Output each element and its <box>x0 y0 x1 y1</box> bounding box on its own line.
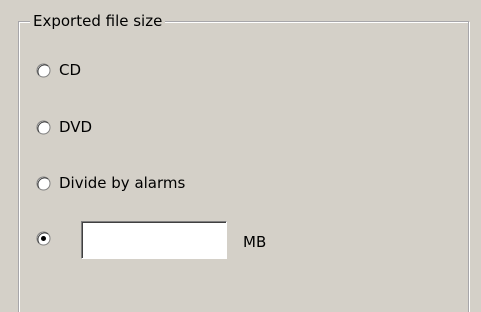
radio-cd-unselected-icon[interactable] <box>36 63 51 78</box>
radio-option-cd[interactable]: CD <box>36 58 81 82</box>
exported-file-size-group <box>18 21 469 312</box>
radio-divide-unselected-icon[interactable] <box>36 176 51 191</box>
radio-option-custom-size[interactable] <box>36 226 51 250</box>
radio-option-dvd[interactable]: DVD <box>36 115 92 139</box>
radio-dvd-unselected-icon[interactable] <box>36 120 51 135</box>
radio-custom-selected-icon[interactable] <box>36 231 51 246</box>
radio-label-divide-by-alarms: Divide by alarms <box>59 174 186 192</box>
radio-label-dvd: DVD <box>59 118 93 136</box>
custom-size-input[interactable] <box>81 221 227 259</box>
radio-label-cd: CD <box>59 61 82 79</box>
radio-option-divide-by-alarms[interactable]: Divide by alarms <box>36 171 185 195</box>
size-unit-label: MB <box>243 233 267 251</box>
group-title: Exported file size <box>30 10 166 32</box>
